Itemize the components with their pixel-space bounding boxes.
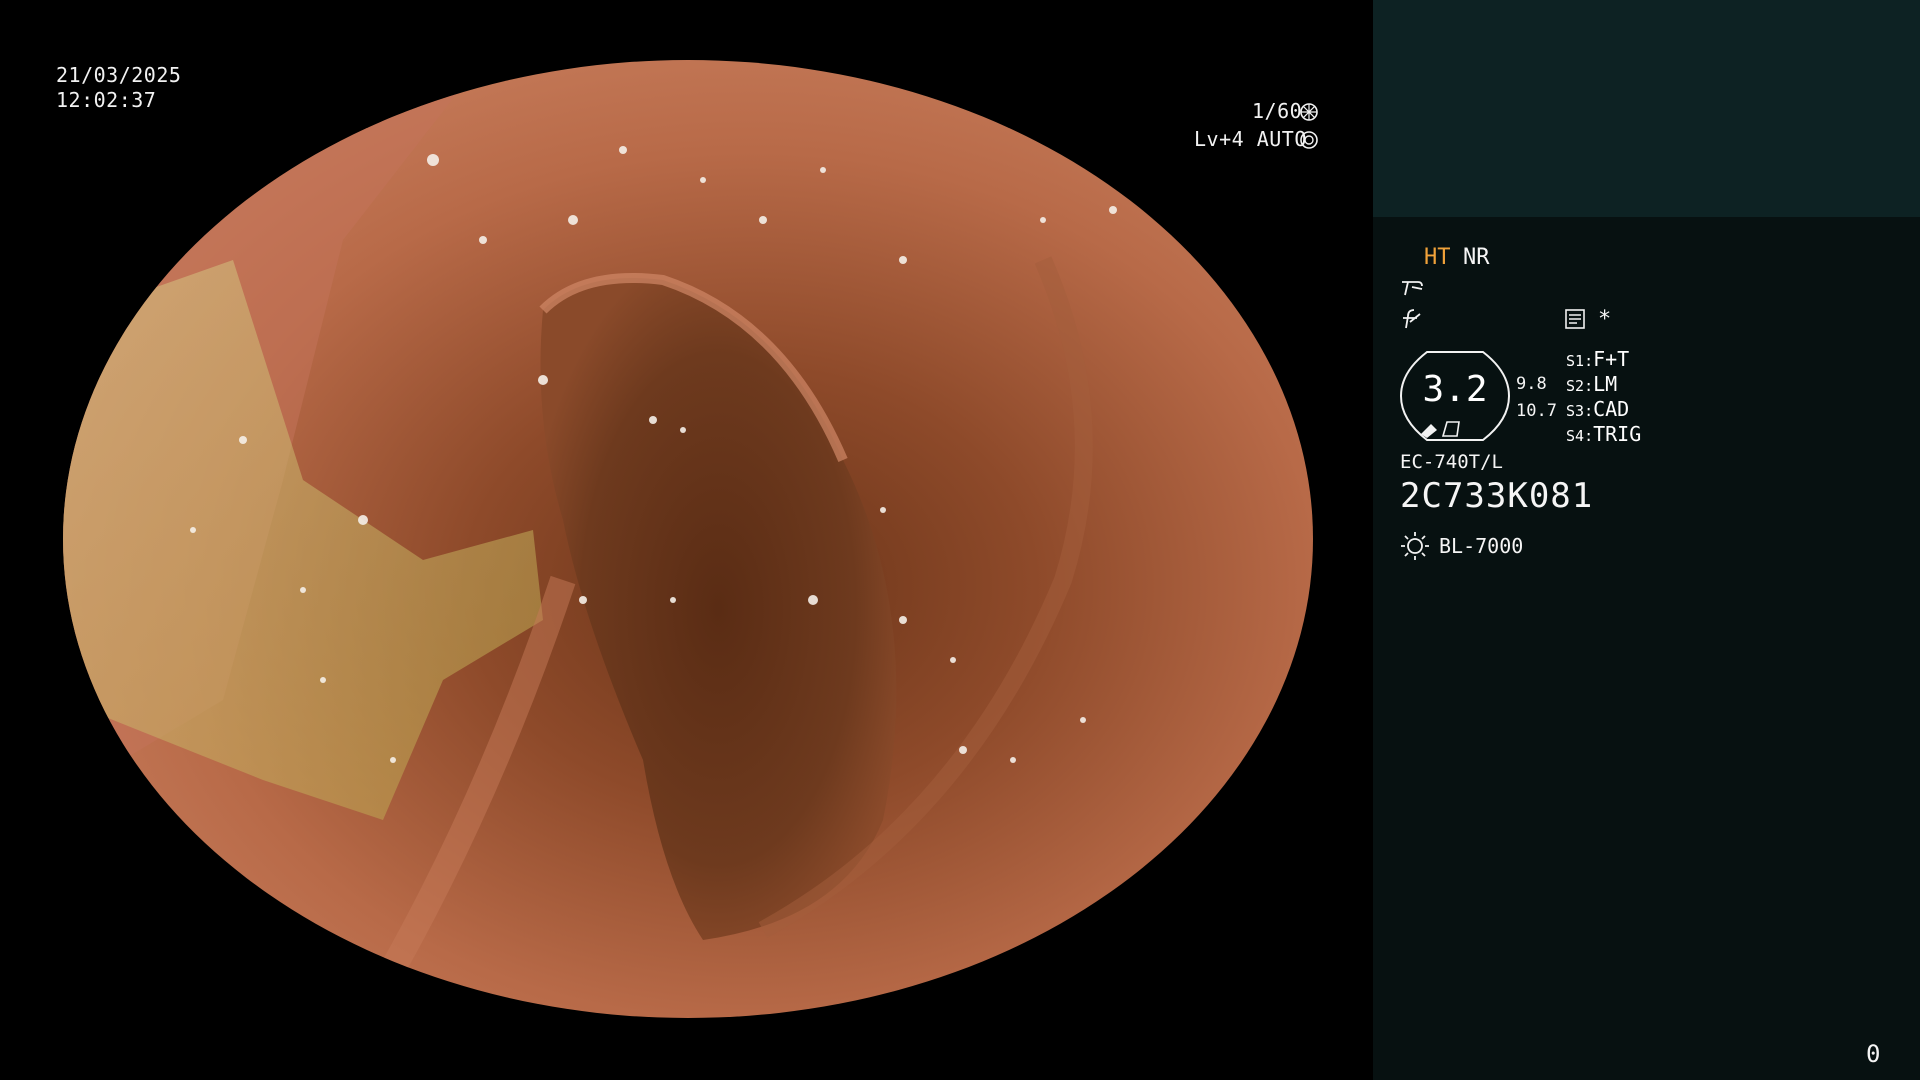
time-readout: 12:02:37 [56, 88, 157, 112]
level-readout: Lv+4 AUTO [1194, 127, 1307, 151]
switch-key: S4 [1566, 427, 1585, 445]
memory-star: * [1598, 307, 1612, 332]
switch-key: S3 [1566, 402, 1585, 420]
iris-auto-icon [1300, 131, 1318, 149]
aperture-icon [1300, 103, 1318, 121]
brightness-upper: 9.8 [1516, 374, 1547, 394]
sun-icon [1401, 532, 1429, 560]
color-enhance-icon [1403, 309, 1421, 329]
brightness-value: 3.2 [1422, 369, 1488, 410]
endoscope-view: 21/03/2025 12:02:37 1/60 Lv+4 AUTO [0, 0, 1372, 1080]
colon-lumen-image [63, 60, 1313, 1018]
switch-row: S3:CAD [1566, 397, 1630, 421]
light-source: BL-7000 [1439, 534, 1524, 558]
switch-row: S1:F+T [1566, 347, 1630, 371]
mode-ht: HT [1424, 245, 1451, 270]
switch-list: S1:F+T S2:LM S3:CAD S4:TRIG [1566, 347, 1641, 447]
pen-mark-icon [1421, 421, 1460, 438]
switch-value: F+T [1593, 347, 1630, 371]
scope-serial: 2C733K081 [1400, 476, 1594, 516]
switch-row: S2:LM [1566, 372, 1618, 396]
switch-key: S1 [1566, 352, 1585, 370]
info-panel: HT NR * 3.2 9.8 10.7 S1:F+T S2:LM S3:CAD [1373, 0, 1920, 1080]
switch-value: CAD [1593, 397, 1630, 421]
switch-key: S2 [1566, 377, 1585, 395]
structure-enhance-icon [1402, 281, 1423, 296]
image-counter: 0 [1866, 1040, 1881, 1068]
endoscopic-image [63, 60, 1313, 1018]
switch-value: LM [1593, 372, 1618, 396]
brightness-lower: 10.7 [1516, 401, 1557, 421]
switch-value: TRIG [1593, 422, 1642, 446]
thumbnail-area [1373, 0, 1920, 217]
date-readout: 21/03/2025 [56, 63, 182, 87]
switch-row: S4:TRIG [1566, 422, 1642, 446]
memory-card-icon [1565, 309, 1585, 329]
brightness-indicator: 3.2 [1399, 350, 1511, 442]
scope-model: EC-740T/L [1400, 451, 1503, 473]
shutter-readout: 1/60 [1252, 99, 1303, 123]
mode-nr: NR [1463, 245, 1490, 270]
